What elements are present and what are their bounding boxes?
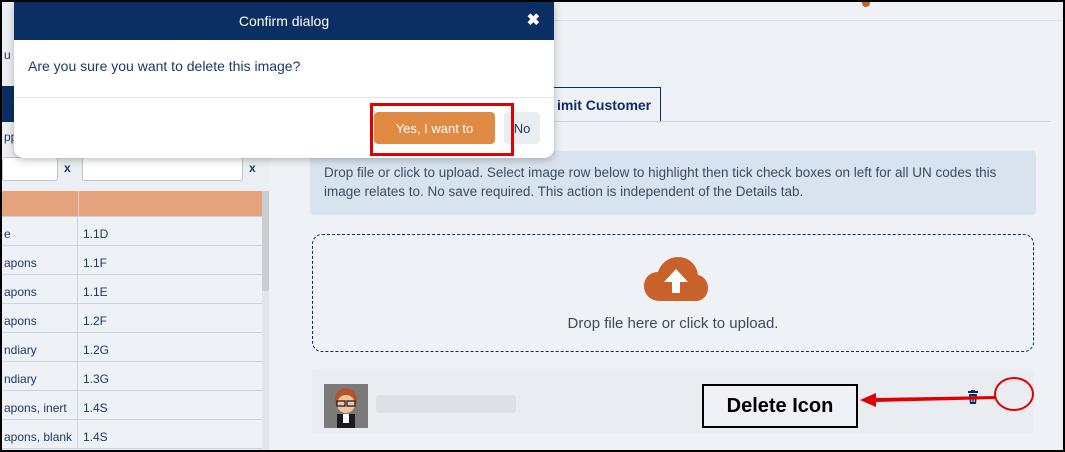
un-code-cell: 1.2F (83, 314, 108, 328)
description-cell: ndiary (2, 362, 78, 390)
image-filename (376, 395, 516, 413)
description-cell: e (2, 217, 78, 245)
left-tab-strip[interactable] (2, 86, 14, 122)
clear-description-filter-button[interactable]: x (64, 161, 71, 175)
table-row[interactable]: e 1.1D (2, 217, 262, 246)
table-row[interactable]: apons, inert 1.4S (2, 391, 262, 420)
un-code-cell: 1.4S (83, 401, 108, 415)
upload-dropzone[interactable]: Drop file here or click to upload. (312, 234, 1034, 352)
confirm-button-highlight (370, 103, 514, 156)
un-code-cell: 1.2G (83, 343, 110, 357)
table-row[interactable]: apons 1.2F (2, 304, 262, 333)
table-row[interactable]: apons 1.1E (2, 275, 262, 304)
un-code-cell: 1.1D (83, 227, 109, 241)
screen-frame: u pp x x e 1.1D apons 1.1F apons 1.1E apons 1.2… (0, 0, 1065, 452)
upload-instructions: Drop file or click to upload. Select ima… (310, 151, 1036, 215)
description-cell: apons, inert (2, 391, 78, 419)
description-cell: apons (2, 304, 78, 332)
table-row[interactable]: ndiary 1.3G (2, 362, 262, 391)
scrollbar-thumb[interactable] (262, 191, 269, 291)
close-icon[interactable]: ✖ (527, 2, 540, 40)
description-cell: apons (2, 246, 78, 274)
dialog-title: Confirm dialog (238, 13, 330, 29)
code-filter-input[interactable] (82, 157, 243, 181)
un-code-cell: 1.1F (83, 256, 108, 270)
table-row[interactable]: apons 1.1F (2, 246, 262, 275)
description-filter-input[interactable] (2, 157, 58, 181)
table-scrollbar[interactable] (262, 191, 269, 450)
un-code-cell: 1.3G (83, 372, 110, 386)
delete-icon-callout: Delete Icon (702, 384, 858, 428)
dropzone-label: Drop file here or click to upload. (567, 315, 779, 332)
un-code-cell: 1.1E (83, 285, 108, 299)
table-row[interactable]: ndiary 1.2G (2, 333, 262, 362)
filter-row: x x (2, 157, 262, 185)
delete-icon-highlight (994, 377, 1034, 411)
clear-code-filter-button[interactable]: x (249, 161, 256, 175)
image-thumbnail (324, 384, 368, 428)
un-code-table: e 1.1D apons 1.1F apons 1.1E apons 1.2F ndiary 1.… (2, 191, 262, 449)
confirm-dialog: Confirm dialog ✖ Are you sure you want t… (14, 2, 554, 158)
description-cell: ndiary (2, 333, 78, 361)
description-cell: apons (2, 275, 78, 303)
dialog-message: Are you sure you want to delete this ima… (28, 58, 301, 74)
un-code-cell: 1.4S (83, 430, 108, 444)
left-cut-label: u (4, 48, 11, 62)
table-selected-row[interactable] (2, 191, 262, 217)
tab-limit-customer[interactable]: imit Customer (546, 87, 661, 121)
dialog-divider (14, 97, 554, 98)
table-row[interactable]: apons, blank 1.4S (2, 420, 262, 449)
cloud-upload-icon (644, 257, 708, 301)
description-cell: apons, blank (2, 420, 78, 448)
callout-arrow-icon (860, 393, 996, 407)
dialog-header: Confirm dialog ✖ (14, 2, 554, 40)
